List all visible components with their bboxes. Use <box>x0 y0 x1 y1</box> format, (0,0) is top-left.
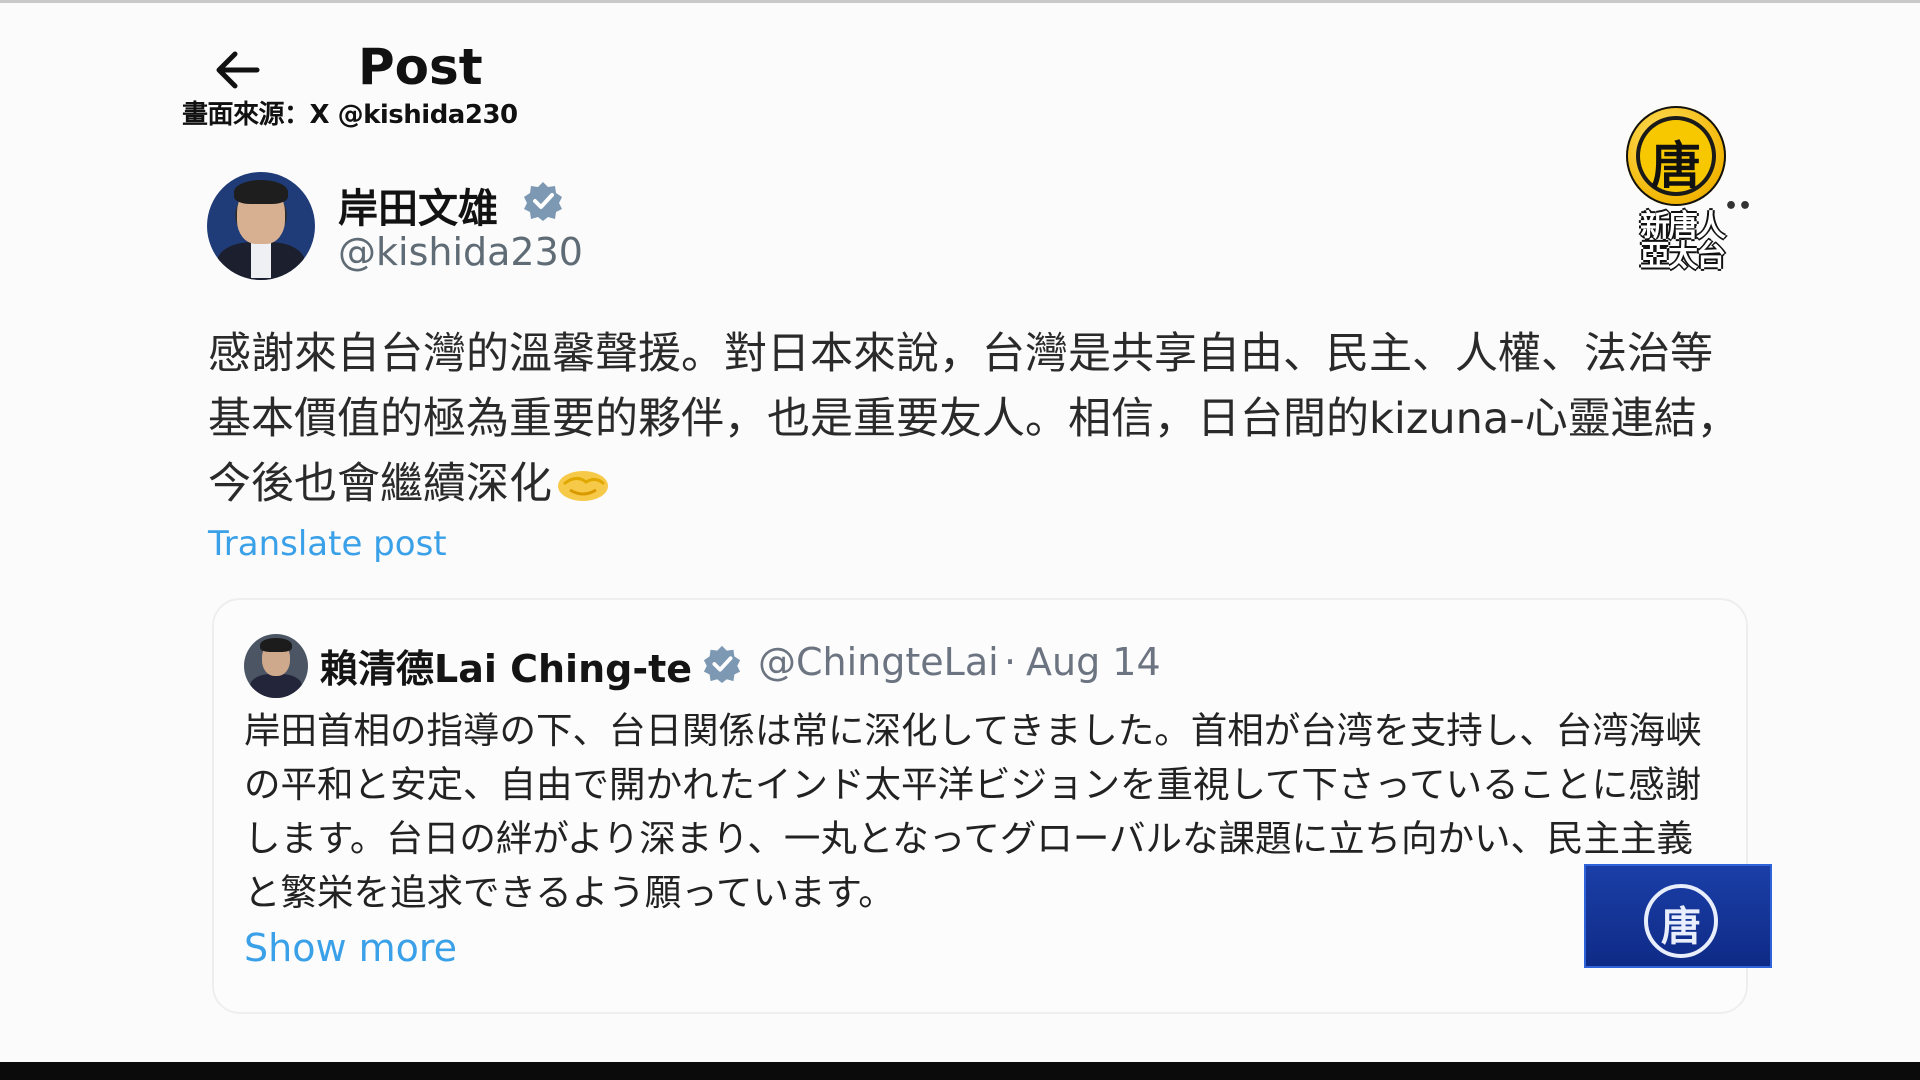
quoted-post-text: 岸田首相の指導の下、台日関係は常に深化してきました。首相が台湾を支持し、台湾海峡… <box>244 709 1702 914</box>
broadcaster-corner-emblem-icon: 唐 <box>1644 884 1718 958</box>
verified-badge-icon <box>703 645 741 684</box>
show-more-link[interactable]: Show more <box>244 926 457 970</box>
corner-emblem-char: 唐 <box>1661 904 1701 950</box>
broadcaster-name: 新唐人 亞太台 <box>1640 209 1726 274</box>
broadcaster-corner-badge: 唐 <box>1584 864 1772 968</box>
quoted-post-card[interactable]: 賴清德Lai Ching-te @ChingteLai · Aug 14 岸田首… <box>212 598 1748 1014</box>
author-name[interactable]: 岸田文雄 <box>338 176 498 234</box>
author-avatar[interactable] <box>207 172 315 280</box>
quoted-post-date[interactable]: Aug 14 <box>1026 640 1161 684</box>
bottom-letterbox <box>0 1062 1920 1080</box>
broadcaster-logo: 唐 •• 新唐人 亞太台 <box>1612 100 1762 280</box>
translate-post-link[interactable]: Translate post <box>208 524 447 564</box>
quoted-author-name[interactable]: 賴清德Lai Ching-te <box>320 638 692 693</box>
source-credit-caption: 畫面來源：X @kishida230 <box>182 100 518 130</box>
quoted-author-handle[interactable]: @ChingteLai <box>758 640 999 684</box>
author-handle[interactable]: @kishida230 <box>338 230 583 274</box>
quoted-author-avatar[interactable] <box>244 634 308 698</box>
post-text: 感謝來自台灣的溫馨聲援。對日本來說，台灣是共享自由、民主、人權、法治等基本價值的… <box>208 322 1748 517</box>
broadcaster-emblem-char: 唐 <box>1651 137 1701 195</box>
verified-badge-icon <box>524 182 562 221</box>
broadcaster-emblem-icon: 唐 <box>1626 106 1726 206</box>
back-arrow-icon[interactable] <box>213 48 261 92</box>
page-title: Post <box>358 38 483 96</box>
post-text-content: 感謝來自台灣的溫馨聲援。對日本來說，台灣是共享自由、民主、人權、法治等基本價值的… <box>208 329 1740 509</box>
handshake-icon <box>558 471 608 501</box>
meta-separator: · <box>1004 640 1017 684</box>
top-divider <box>0 0 1920 3</box>
